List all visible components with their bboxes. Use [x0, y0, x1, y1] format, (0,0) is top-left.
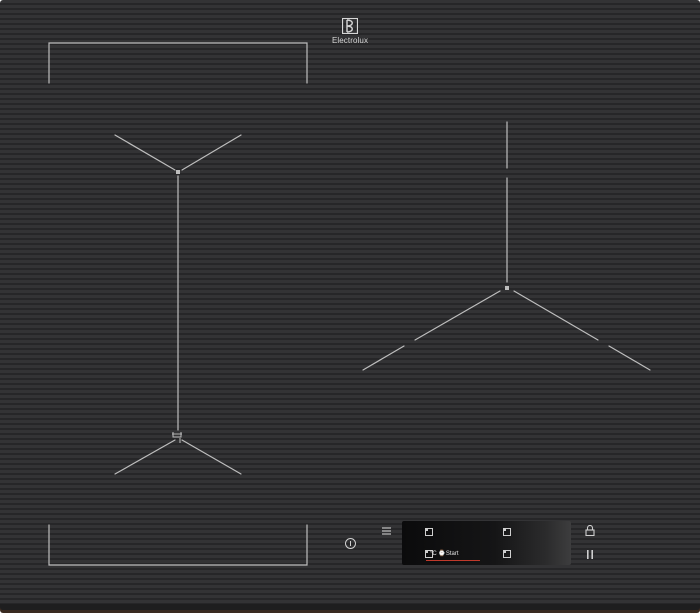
timer-start-label[interactable]: °C ⌚Start	[430, 550, 459, 557]
zone-right-diagonal-left-1	[414, 290, 501, 341]
zone-left-top-dot	[176, 170, 180, 174]
pause-icon[interactable]	[586, 550, 594, 559]
zone-right-center-dot	[505, 286, 509, 290]
zone-left-diagonal-bottom-left	[114, 439, 176, 475]
hob-bottom-edge	[0, 604, 700, 610]
lock-icon[interactable]	[585, 525, 595, 536]
zone-right-diagonal-right-2	[608, 345, 651, 371]
zone-left-diagonal-top-left	[114, 134, 176, 171]
power-icon[interactable]	[345, 538, 356, 549]
zone-bottom-left-marking	[48, 524, 308, 566]
start-indicator-bar	[426, 560, 480, 561]
zone-right-diagonal-right-1	[513, 290, 599, 341]
zone-select-bottom-right-icon[interactable]	[503, 550, 511, 558]
zone-right-diagonal-left-2	[362, 345, 405, 371]
induction-hob: Electrolux °C ⌚Start	[0, 0, 700, 610]
zone-select-top-left-icon[interactable]	[425, 528, 433, 536]
zone-left-diagonal-top-right	[181, 134, 242, 171]
zone-top-left-marking	[48, 42, 308, 84]
zone-select-top-right-icon[interactable]	[503, 528, 511, 536]
control-display: °C ⌚Start	[402, 521, 571, 565]
menu-icon[interactable]	[382, 527, 391, 535]
zone-left-diagonal-bottom-right	[181, 439, 242, 475]
cooking-zone-markings	[48, 42, 651, 566]
